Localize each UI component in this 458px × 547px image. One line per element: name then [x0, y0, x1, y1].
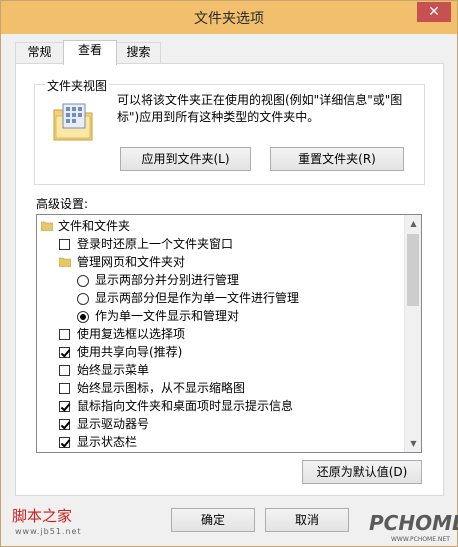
scroll-thumb[interactable] — [407, 234, 419, 306]
tab-view[interactable]: 查看 — [63, 40, 117, 65]
window-title: 文件夹选项 — [194, 11, 264, 27]
advanced-settings-list[interactable]: 文件和文件夹 登录时还原上一个文件夹窗口 管理网页和文件夹对 显示两部分并分别进… — [36, 214, 422, 453]
reset-folders-button[interactable]: 重置文件夹(R) — [270, 147, 404, 171]
watermark-jb51-title: 脚本之家 — [12, 507, 73, 525]
list-item[interactable]: 显示驱动器号 — [37, 415, 402, 433]
tab-search[interactable]: 搜索 — [116, 42, 161, 63]
close-button[interactable]: ✕ — [417, 2, 451, 22]
list-item[interactable]: 登录时还原上一个文件夹窗口 — [37, 235, 402, 253]
folder-icon — [59, 257, 71, 267]
pchome-url: WWW.PCHOME.NET — [391, 536, 450, 543]
checkbox[interactable] — [59, 365, 70, 376]
checkbox[interactable] — [59, 437, 70, 448]
list-item[interactable]: 显示两部分但是作为单一文件进行管理 — [37, 289, 402, 307]
list-item: 文件和文件夹 — [37, 217, 402, 235]
checkbox[interactable] — [59, 329, 70, 340]
list-item[interactable]: 鼠标指向文件夹和桌面项时显示提示信息 — [37, 397, 402, 415]
view-tab-panel: 文件夹视图 可以将该文件夹正在使用的视图(例如"详细信息"或"图标")应用到所有… — [15, 63, 444, 496]
cancel-button[interactable]: 取消 — [265, 508, 349, 532]
list-item[interactable]: 使用复选框以选择项 — [37, 325, 402, 343]
watermark-jb51-url: www.jb51.net — [15, 527, 82, 536]
scroll-up-icon[interactable]: ▲ — [405, 215, 421, 232]
list-item[interactable]: 显示状态栏 — [37, 433, 402, 451]
list-item[interactable]: 使用共享向导(推荐) — [37, 343, 402, 361]
scroll-down-icon[interactable]: ▼ — [405, 435, 421, 452]
restore-defaults-button[interactable]: 还原为默认值(D) — [302, 460, 422, 484]
pchome-watermark: PCHOME WWW.PCHOME.NET — [369, 509, 458, 547]
checkbox[interactable] — [59, 239, 70, 250]
radio-button[interactable] — [77, 275, 89, 287]
pchome-brand: PCHOME — [369, 511, 458, 535]
radio-button[interactable] — [77, 311, 89, 323]
list-item[interactable]: 作为单一文件显示和管理对 — [37, 307, 402, 325]
folder-view-legend: 文件夹视图 — [45, 77, 110, 94]
advanced-settings-label: 高级设置: — [36, 197, 89, 211]
tab-general[interactable]: 常规 — [15, 42, 64, 63]
checkbox[interactable] — [59, 401, 70, 412]
folder-options-dialog: 文件夹选项 ✕ 常规 查看 搜索 文件夹视图 可以将该文件夹正在使用的视图(例如… — [0, 0, 458, 547]
list-item: 管理网页和文件夹对 — [37, 253, 402, 271]
folder-view-icon — [53, 103, 93, 141]
vertical-scrollbar[interactable]: ▲ ▼ — [404, 215, 421, 452]
title-bar[interactable]: 文件夹选项 ✕ — [1, 1, 457, 34]
checkbox[interactable] — [59, 419, 70, 430]
folder-icon — [41, 221, 53, 231]
ok-button[interactable]: 确定 — [171, 508, 255, 532]
folder-view-description: 可以将该文件夹正在使用的视图(例如"详细信息"或"图标")应用到所有这种类型的文… — [117, 93, 403, 124]
radio-button[interactable] — [77, 293, 89, 305]
list-item[interactable]: 显示两部分并分别进行管理 — [37, 271, 402, 289]
checkbox[interactable] — [59, 347, 70, 358]
checkbox[interactable] — [59, 383, 70, 394]
list-item[interactable]: 始终显示图标，从不显示缩略图 — [37, 379, 402, 397]
apply-to-folders-button[interactable]: 应用到文件夹(L) — [120, 147, 251, 171]
list-item[interactable]: 始终显示菜单 — [37, 361, 402, 379]
